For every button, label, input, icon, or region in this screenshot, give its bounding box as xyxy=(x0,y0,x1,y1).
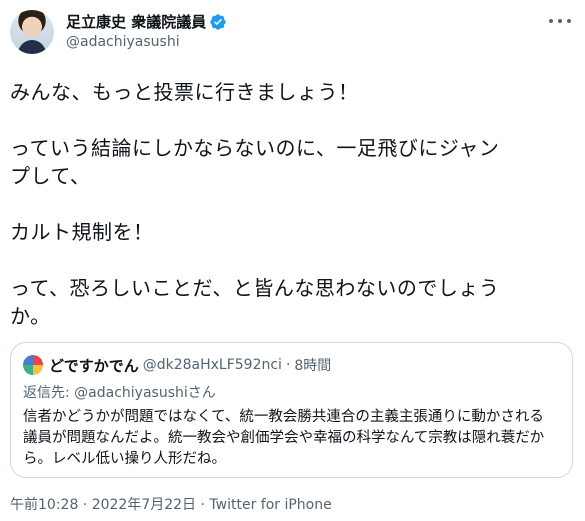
dot xyxy=(549,19,553,23)
quoted-display-name: どですかでん xyxy=(49,356,139,375)
more-options-icon[interactable] xyxy=(549,12,571,30)
quoted-time: 8時間 xyxy=(294,358,332,374)
dot xyxy=(567,19,571,23)
tweet-paragraph-2: っていう結論にしかならないのに、一足飛びにジャン プして、 xyxy=(10,136,500,188)
tweet-text: みんな、もっと投票に行きましょう！ っていう結論にしかならないのに、一足飛びにジ… xyxy=(10,78,575,330)
verified-badge-icon xyxy=(210,13,226,30)
quoted-line-2: 議員が問題なんだよ。統一教会や創価学会や幸福の科学なんて宗教は隠れ蓑だか xyxy=(23,430,545,446)
quoted-handle: @dk28aHxLF592nci xyxy=(142,357,282,373)
quoted-tweet[interactable]: どですかでん @dk28aHxLF592nci · 8時間 返信先: @adac… xyxy=(10,342,573,478)
quoted-avatar xyxy=(23,355,43,375)
quoted-line-3: ら。レベル低い操り人形だね。 xyxy=(23,451,226,467)
display-name-row: 足立康史 衆議院議員 xyxy=(66,11,227,32)
tweet-paragraph-3: カルト規制を！ xyxy=(10,220,154,244)
author-handle[interactable]: @adachiyasushi xyxy=(66,34,227,50)
tweet-paragraph-1: みんな、もっと投票に行きましょう！ xyxy=(10,80,359,104)
tweet-header: 足立康史 衆議院議員 @adachiyasushi xyxy=(10,10,227,62)
author-display-name[interactable]: 足立康史 衆議院議員 xyxy=(66,11,206,32)
quoted-body: 信者かどうかが問題ではなくて、統一教会勝共連合の主義主張通りに動かされる 議員が… xyxy=(23,407,560,470)
quoted-separator: · xyxy=(285,357,291,373)
quoted-reply-to: 返信先: @adachiyasushiさん xyxy=(23,385,216,401)
tweet-timestamp[interactable]: 午前10:28 · 2022年7月22日 · Twitter for iPhon… xyxy=(10,494,332,514)
quoted-tweet-header: どですかでん @dk28aHxLF592nci · 8時間 xyxy=(23,355,560,375)
dot xyxy=(558,19,562,23)
quoted-line-1: 信者かどうかが問題ではなくて、統一教会勝共連合の主義主張通りに動かされる xyxy=(23,409,544,425)
author-names: 足立康史 衆議院議員 @adachiyasushi xyxy=(66,11,227,50)
tweet-paragraph-4: って、恐ろしいことだ、と皆んな思わないのでしょう か。 xyxy=(10,276,500,328)
avatar[interactable] xyxy=(10,10,54,54)
